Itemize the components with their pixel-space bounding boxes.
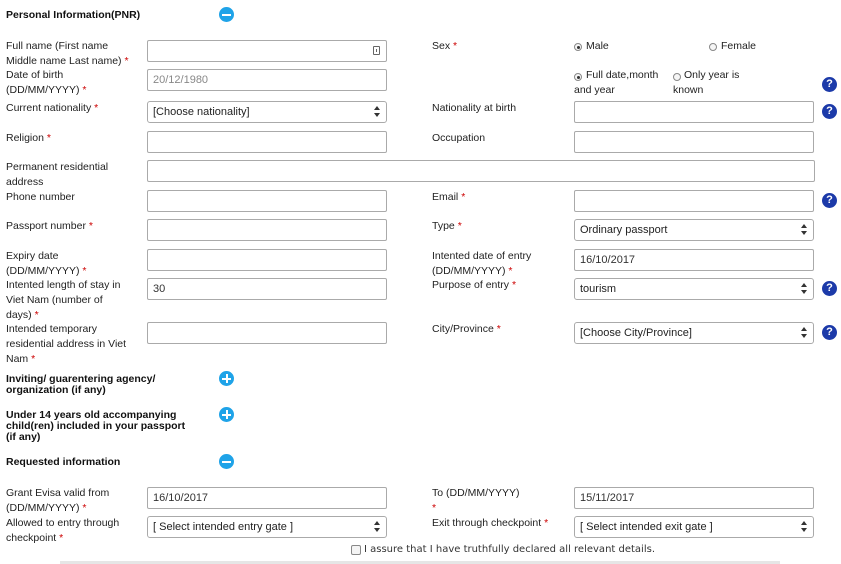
label-permanent-address: Permanent residential address	[6, 161, 109, 188]
exit-gate-value: [ Select intended exit gate ]	[580, 521, 713, 533]
entry-gate-value: [ Select intended entry gate ]	[153, 521, 294, 533]
autofill-card-icon[interactable]	[373, 46, 380, 55]
collapse-personal-icon[interactable]	[219, 7, 234, 22]
entry-date-input[interactable]	[574, 249, 814, 271]
help-city-icon[interactable]: ?	[822, 325, 837, 340]
radio-female[interactable]	[709, 43, 717, 51]
section-title-children: Under 14 years old accompanying child(re…	[6, 409, 186, 443]
select-arrows-icon	[801, 327, 808, 339]
label-city: City/Province *	[432, 323, 501, 335]
religion-input[interactable]	[147, 131, 387, 153]
radio-full-date-label[interactable]: Full date,month and year	[574, 68, 666, 98]
nationality-select[interactable]: [Choose nationality]	[147, 101, 387, 123]
passport-type-select[interactable]: Ordinary passport	[574, 219, 814, 241]
select-arrows-icon	[801, 224, 808, 236]
email-input[interactable]	[574, 190, 814, 212]
section-title-requested: Requested information	[6, 456, 121, 468]
evisa-from-input[interactable]	[147, 487, 387, 509]
label-religion: Religion *	[6, 132, 51, 144]
nationality-birth-input[interactable]	[574, 101, 814, 123]
label-to: To (DD/MM/YYYY) *	[432, 487, 520, 514]
label-full-name: Full name (First name Middle name Last n…	[6, 40, 129, 67]
label-expiry-date: Expiry date (DD/MM/YYYY) *	[6, 250, 87, 277]
purpose-value: tourism	[580, 283, 617, 295]
passport-number-input[interactable]	[147, 219, 387, 241]
permanent-address-input[interactable]	[147, 160, 815, 182]
label-phone: Phone number	[6, 191, 75, 203]
expand-children-icon[interactable]	[219, 407, 234, 422]
collapse-requested-icon[interactable]	[219, 454, 234, 469]
label-type: Type *	[432, 220, 462, 232]
select-arrows-icon	[801, 521, 808, 533]
radio-male-label[interactable]: Male	[586, 39, 609, 54]
radio-female-label[interactable]: Female	[721, 39, 756, 54]
phone-input[interactable]	[147, 190, 387, 212]
label-nationality: Current nationality *	[6, 102, 99, 114]
city-value: [Choose City/Province]	[580, 327, 692, 339]
label-entry-through: Allowed to entry through checkpoint *	[6, 517, 120, 544]
label-exit-through: Exit through checkpoint *	[432, 517, 549, 529]
passport-type-value: Ordinary passport	[580, 224, 668, 236]
dob-input[interactable]	[147, 69, 387, 91]
help-dob-icon[interactable]: ?	[822, 77, 837, 92]
section-title-personal: Personal Information(PNR)	[6, 9, 141, 21]
length-of-stay-input[interactable]	[147, 278, 387, 300]
expand-inviting-icon[interactable]	[219, 371, 234, 386]
full-name-input[interactable]	[147, 40, 387, 62]
nationality-select-value: [Choose nationality]	[153, 106, 250, 118]
purpose-select[interactable]: tourism	[574, 278, 814, 300]
help-purpose-icon[interactable]: ?	[822, 281, 837, 296]
assurance-checkbox[interactable]	[351, 545, 361, 555]
section-title-inviting: Inviting/ guarentering agency/ organizat…	[6, 373, 156, 396]
occupation-input[interactable]	[574, 131, 814, 153]
label-purpose: Purpose of entry *	[432, 279, 517, 291]
assurance-text: I assure that I have truthfully declared…	[364, 544, 655, 555]
label-entry-date: Intented date of entry (DD/MM/YYYY) *	[432, 250, 532, 277]
label-occupation: Occupation	[432, 132, 486, 144]
label-nationality-birth: Nationality at birth	[432, 102, 517, 114]
label-dob: Date of birth (DD/MM/YYYY) *	[6, 69, 87, 96]
label-length-of-stay: Intented length of stay in Viet Nam (num…	[6, 279, 121, 321]
label-email: Email *	[432, 191, 466, 203]
expiry-date-input[interactable]	[147, 249, 387, 271]
label-sex: Sex *	[432, 40, 458, 52]
help-email-icon[interactable]: ?	[822, 193, 837, 208]
exit-gate-select[interactable]: [ Select intended exit gate ]	[574, 516, 814, 538]
help-nationality-birth-icon[interactable]: ?	[822, 104, 837, 119]
temp-address-input[interactable]	[147, 322, 387, 344]
to-date-input[interactable]	[574, 487, 814, 509]
select-arrows-icon	[374, 106, 381, 118]
radio-only-year-label[interactable]: Only year is known	[673, 68, 743, 98]
label-passport-number: Passport number *	[6, 220, 93, 232]
select-arrows-icon	[374, 521, 381, 533]
label-temp-address: Intended temporary residential address i…	[6, 323, 127, 365]
radio-male[interactable]	[574, 43, 582, 51]
select-arrows-icon	[801, 283, 808, 295]
entry-gate-select[interactable]: [ Select intended entry gate ]	[147, 516, 387, 538]
label-evisa-from: Grant Evisa valid from (DD/MM/YYYY) *	[6, 487, 110, 514]
city-select[interactable]: [Choose City/Province]	[574, 322, 814, 344]
